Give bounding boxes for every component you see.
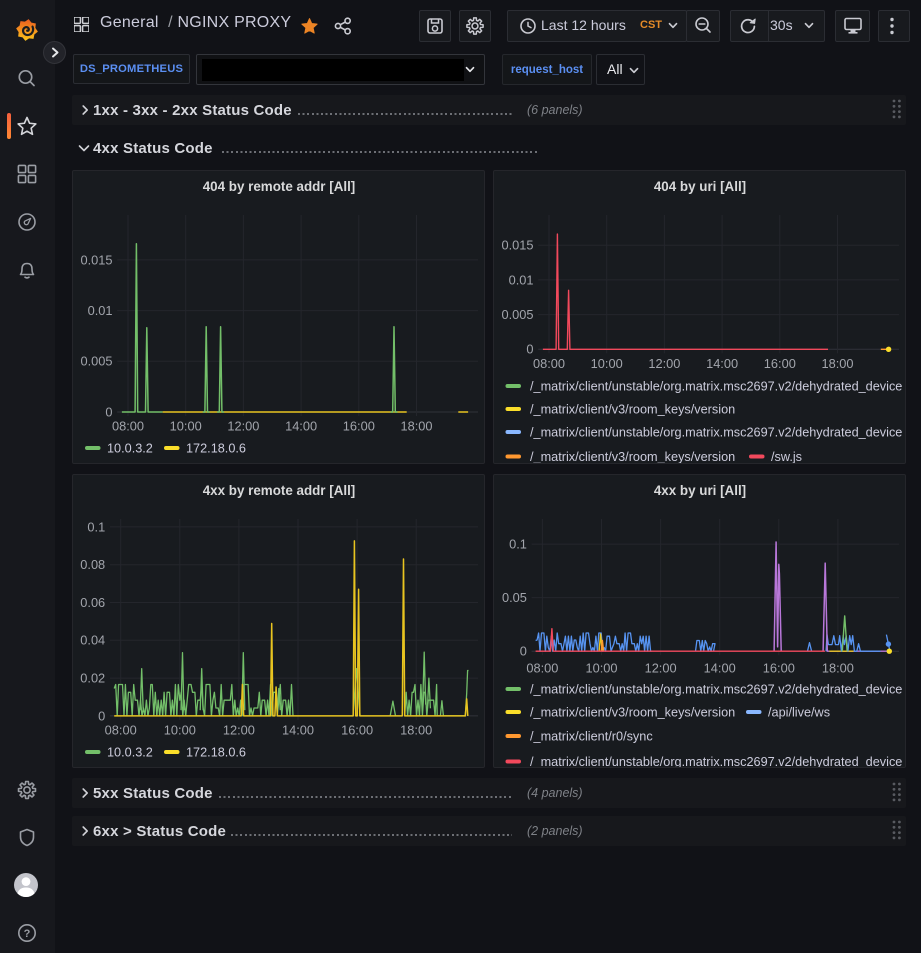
svg-text:/_matrix/client/r0/sync: /_matrix/client/r0/sync xyxy=(530,730,653,744)
svg-text:08:00: 08:00 xyxy=(112,419,144,434)
svg-text:12:00: 12:00 xyxy=(227,419,259,434)
svg-text:14:00: 14:00 xyxy=(285,419,317,434)
svg-text:12:00: 12:00 xyxy=(648,356,680,371)
svg-text:12:00: 12:00 xyxy=(223,723,255,738)
svg-text:16:00: 16:00 xyxy=(343,419,375,434)
svg-text:0.01: 0.01 xyxy=(509,272,534,287)
svg-text:0.1: 0.1 xyxy=(509,537,527,552)
svg-text:/api/live/ws: /api/live/ws xyxy=(768,706,830,720)
svg-text:10:00: 10:00 xyxy=(170,419,202,434)
svg-text:08:00: 08:00 xyxy=(526,661,558,676)
svg-text:/_matrix/client/unstable/org.m: /_matrix/client/unstable/org.matrix.msc2… xyxy=(530,683,902,697)
svg-text:16:00: 16:00 xyxy=(764,356,796,371)
svg-text:?: ? xyxy=(24,928,31,940)
svg-text:0.06: 0.06 xyxy=(80,595,105,610)
svg-text:08:00: 08:00 xyxy=(533,356,565,371)
svg-text:18:00: 18:00 xyxy=(821,356,853,371)
svg-text:/_matrix/client/unstable/org.m: /_matrix/client/unstable/org.matrix.msc2… xyxy=(530,755,902,768)
svg-text:0: 0 xyxy=(105,404,112,419)
svg-text:18:00: 18:00 xyxy=(822,661,854,676)
svg-text:10:00: 10:00 xyxy=(164,723,196,738)
svg-text:/_matrix/client/unstable/org.m: /_matrix/client/unstable/org.matrix.msc2… xyxy=(530,380,902,394)
svg-text:0: 0 xyxy=(98,708,105,723)
svg-text:0.015: 0.015 xyxy=(501,238,533,253)
svg-text:/_matrix/client/v3/room_keys/v: /_matrix/client/v3/room_keys/version xyxy=(530,706,735,720)
svg-text:4xx by remote addr [All]: 4xx by remote addr [All] xyxy=(203,483,356,498)
svg-text:404 by uri [All]: 404 by uri [All] xyxy=(654,179,746,194)
svg-text:18:00: 18:00 xyxy=(400,723,432,738)
svg-text:14:00: 14:00 xyxy=(706,356,738,371)
svg-text:16:00: 16:00 xyxy=(763,661,795,676)
svg-text:4xx by uri [All]: 4xx by uri [All] xyxy=(654,483,746,498)
svg-text:0.1: 0.1 xyxy=(87,519,105,534)
svg-text:10.0.3.2: 10.0.3.2 xyxy=(107,746,153,760)
svg-text:/_matrix/client/v3/room_keys/v: /_matrix/client/v3/room_keys/version xyxy=(530,450,735,464)
svg-text:/_matrix/client/unstable/org.m: /_matrix/client/unstable/org.matrix.msc2… xyxy=(530,426,902,440)
svg-text:14:00: 14:00 xyxy=(704,661,736,676)
svg-text:12:00: 12:00 xyxy=(645,661,677,676)
svg-text:08:00: 08:00 xyxy=(105,723,137,738)
svg-text:172.18.0.6: 172.18.0.6 xyxy=(186,746,246,760)
svg-text:0.01: 0.01 xyxy=(88,303,113,318)
svg-text:0.04: 0.04 xyxy=(80,633,105,648)
svg-text:172.18.0.6: 172.18.0.6 xyxy=(186,442,246,456)
svg-text:0.005: 0.005 xyxy=(80,354,112,369)
svg-text:16:00: 16:00 xyxy=(341,723,373,738)
svg-text:18:00: 18:00 xyxy=(400,419,432,434)
svg-text:0.005: 0.005 xyxy=(501,307,533,322)
svg-text:10:00: 10:00 xyxy=(591,356,623,371)
svg-text:0: 0 xyxy=(520,644,527,659)
svg-text:404 by remote addr [All]: 404 by remote addr [All] xyxy=(203,179,356,194)
svg-text:/sw.js: /sw.js xyxy=(771,450,802,464)
svg-text:/_matrix/client/v3/room_keys/v: /_matrix/client/v3/room_keys/version xyxy=(530,403,735,417)
svg-text:10.0.3.2: 10.0.3.2 xyxy=(107,442,153,456)
svg-text:0.08: 0.08 xyxy=(80,557,105,572)
svg-text:10:00: 10:00 xyxy=(585,661,617,676)
svg-text:0.05: 0.05 xyxy=(502,590,527,605)
svg-text:14:00: 14:00 xyxy=(282,723,314,738)
svg-text:0.015: 0.015 xyxy=(80,252,112,267)
svg-text:0.02: 0.02 xyxy=(80,671,105,686)
svg-text:0: 0 xyxy=(526,342,533,357)
